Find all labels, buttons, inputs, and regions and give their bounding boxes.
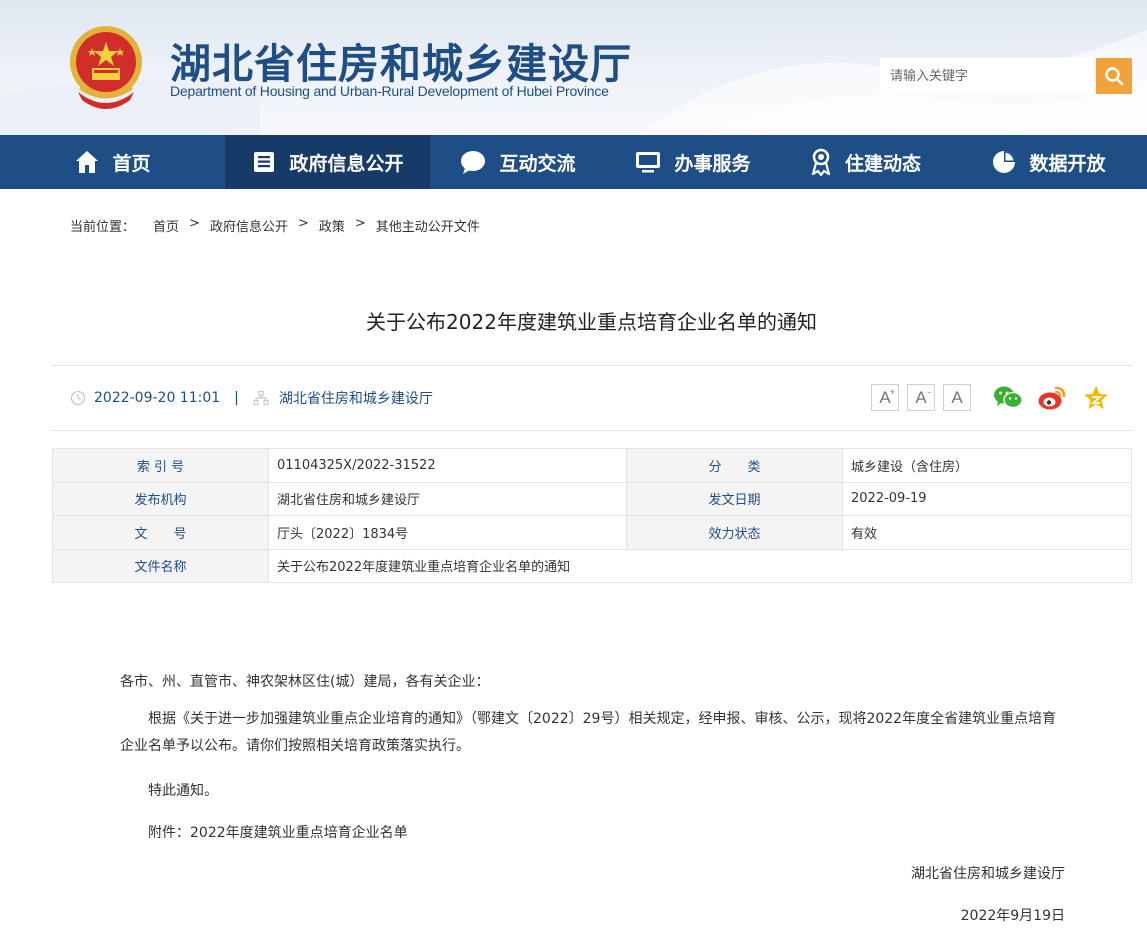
- share-bar: [993, 383, 1125, 413]
- info-label-index: 索 引 号: [52, 448, 269, 483]
- divider: [52, 430, 1132, 431]
- nav-label: 住建动态: [844, 152, 921, 175]
- nav-item-services[interactable]: 办事服务: [605, 135, 780, 189]
- signature-date: 2022年9月19日: [960, 908, 1065, 924]
- nav-item-home[interactable]: 首页: [0, 135, 225, 189]
- nav-label: 办事服务: [674, 152, 751, 175]
- table-row: 索 引 号 01104325X/2022-31522 分 类 城乡建设（含住房）: [52, 448, 1132, 483]
- nav-label: 政府信息公开: [289, 152, 404, 175]
- nav-label: 互动交流: [499, 152, 576, 175]
- breadcrumb-separator: >: [354, 216, 366, 231]
- monitor-icon: [636, 152, 661, 173]
- meta-divider: |: [234, 390, 239, 406]
- site-header: 湖北省住房和城乡建设厅 Department of Housing and Ur…: [0, 0, 1147, 135]
- breadcrumb-link-policy[interactable]: 政策: [319, 216, 345, 235]
- nav-label: 数据开放: [1029, 152, 1106, 175]
- info-value-date: 2022-09-19: [842, 481, 1132, 516]
- breadcrumb-separator: >: [297, 216, 309, 231]
- document-list-icon: [254, 152, 275, 172]
- font-size-increase-button[interactable]: A +: [871, 384, 899, 411]
- signature: 湖北省住房和城乡建设厅: [911, 866, 1065, 882]
- table-row: 文 号 厅头〔2022〕1834号 效力状态 有效: [52, 515, 1132, 550]
- org-structure-icon: [253, 390, 269, 406]
- font-size-reset-button[interactable]: A: [943, 384, 971, 411]
- breadcrumb: 当前位置： 首页 > 政府信息公开 > 政策 > 其他主动公开文件: [70, 216, 480, 235]
- site-title: 湖北省住房和城乡建设厅: [170, 40, 632, 88]
- font-size-controls: A + A- A: [871, 384, 979, 411]
- nav-label: 首页: [112, 152, 151, 175]
- table-row: 发布机构 湖北省住房和城乡建设厅 发文日期 2022-09-19: [52, 481, 1132, 516]
- share-weibo-button[interactable]: [1037, 383, 1067, 413]
- nav-item-gov-info[interactable]: 政府信息公开: [225, 135, 430, 189]
- qzone-star-icon: [1084, 386, 1108, 409]
- paragraph: 特此通知。: [148, 783, 218, 799]
- font-size-glyph: A: [915, 387, 927, 407]
- font-size-decrease-button[interactable]: A-: [907, 384, 935, 411]
- article-source: 湖北省住房和城乡建设厅: [278, 391, 433, 407]
- award-person-icon: [811, 148, 831, 176]
- weibo-icon: [1038, 386, 1066, 410]
- info-label-docno: 文 号: [52, 515, 269, 550]
- search-input[interactable]: [880, 58, 1094, 94]
- info-label-publisher: 发布机构: [52, 481, 269, 516]
- share-qzone-button[interactable]: [1081, 383, 1111, 413]
- clock-icon: [70, 390, 86, 406]
- main-nav: 首页 政府信息公开 互动交流 办事服务 住建动态 数据开放: [0, 135, 1147, 189]
- info-value-category: 城乡建设（含住房）: [842, 448, 1132, 483]
- breadcrumb-link-other-docs[interactable]: 其他主动公开文件: [376, 216, 480, 235]
- article-title: 关于公布2022年度建筑业重点培育企业名单的通知: [366, 310, 817, 334]
- info-label-date: 发文日期: [626, 481, 843, 516]
- chat-bubble-icon: [461, 151, 486, 174]
- national-emblem-icon: [70, 26, 142, 109]
- info-value-name: 关于公布2022年度建筑业重点培育企业名单的通知: [268, 548, 1132, 583]
- font-size-mark: -: [928, 387, 931, 397]
- table-row: 文件名称 关于公布2022年度建筑业重点培育企业名单的通知: [52, 548, 1132, 583]
- home-icon: [76, 151, 99, 173]
- info-label-status: 效力状态: [626, 515, 843, 550]
- info-value-index: 01104325X/2022-31522: [268, 448, 627, 483]
- search-icon: [1105, 67, 1124, 86]
- info-label-name: 文件名称: [52, 548, 269, 583]
- document-info-table: 索 引 号 01104325X/2022-31522 分 类 城乡建设（含住房）…: [52, 448, 1132, 583]
- site-subtitle: Department of Housing and Urban-Rural De…: [170, 83, 609, 99]
- breadcrumb-separator: >: [189, 216, 200, 231]
- nav-item-interaction[interactable]: 互动交流: [430, 135, 605, 189]
- breadcrumb-link-home[interactable]: 首页: [153, 216, 179, 235]
- publish-datetime: 2022-09-20 11:01: [94, 390, 221, 406]
- attachment-link[interactable]: 附件：2022年度建筑业重点培育企业名单: [120, 822, 408, 842]
- salutation: 各市、州、直管市、神农架林区住(城）建局，各有关企业：: [120, 674, 490, 690]
- breadcrumb-label: 当前位置：: [70, 220, 136, 235]
- info-value-docno: 厅头〔2022〕1834号: [268, 515, 627, 550]
- divider: [52, 365, 1132, 366]
- info-value-publisher: 湖北省住房和城乡建设厅: [268, 481, 627, 516]
- nav-item-news[interactable]: 住建动态: [780, 135, 950, 189]
- nav-item-open-data[interactable]: 数据开放: [950, 135, 1147, 189]
- font-size-mark: +: [889, 387, 895, 397]
- wechat-icon: [994, 386, 1023, 409]
- pie-chart-icon: [993, 151, 1016, 173]
- search-button[interactable]: [1096, 58, 1132, 94]
- info-label-category: 分 类: [626, 448, 843, 483]
- breadcrumb-link-gov-info[interactable]: 政府信息公开: [210, 216, 288, 235]
- font-size-glyph: A: [951, 387, 963, 407]
- paragraph: 根据《关于进一步加强建筑业重点企业培育的通知》（鄂建文〔2022〕29号）相关规…: [120, 711, 1057, 754]
- share-wechat-button[interactable]: [993, 383, 1023, 413]
- info-value-status: 有效: [842, 515, 1132, 550]
- article-meta: 2022-09-20 11:01 | 湖北省住房和城乡建设厅: [70, 388, 433, 408]
